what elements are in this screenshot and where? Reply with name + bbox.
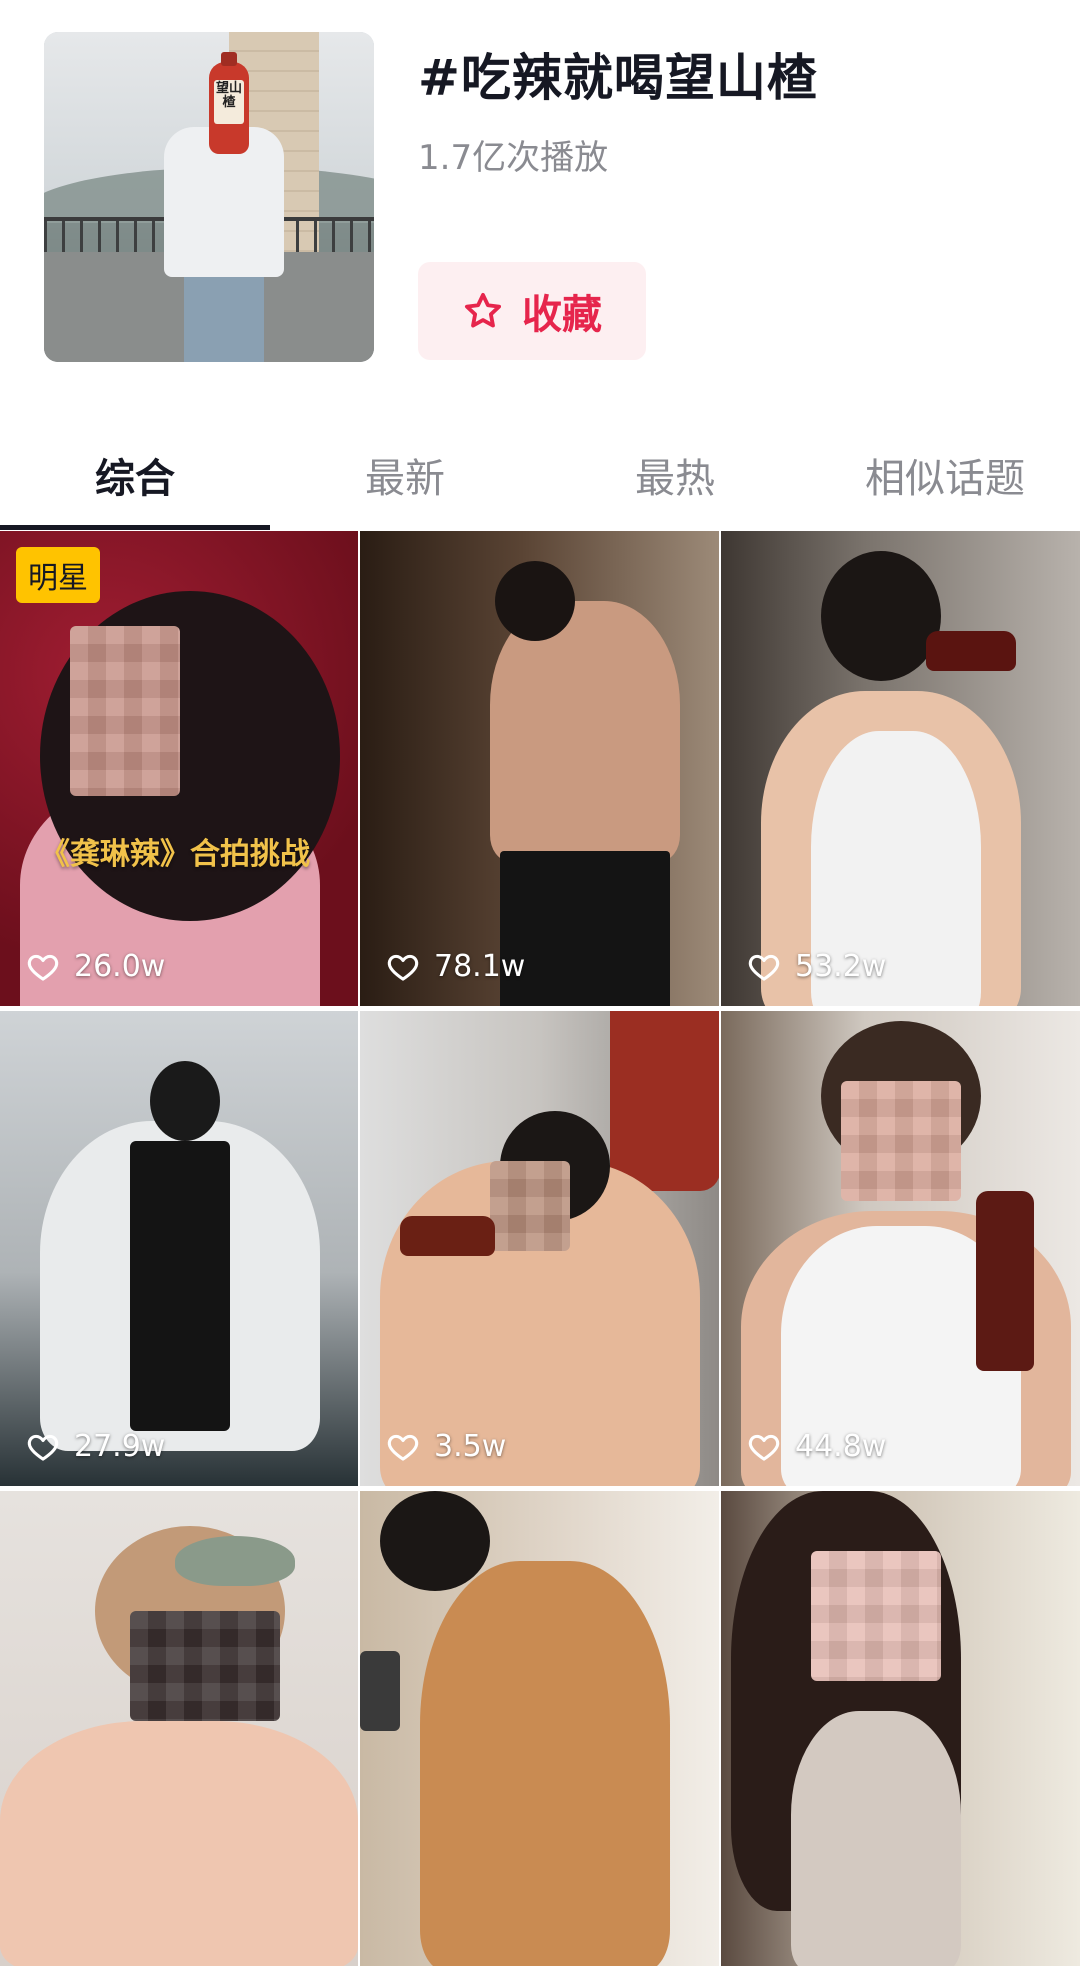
thumb-figure xyxy=(0,1721,358,1966)
thumb-phone xyxy=(360,1651,400,1731)
thumb-face-mosaic xyxy=(130,1611,280,1721)
video-caption: 《龚琳辣》合拍挑战 xyxy=(40,837,310,872)
tab-comprehensive[interactable]: 综合 xyxy=(0,420,270,530)
heart-outline-icon xyxy=(387,1434,419,1461)
star-outline-icon xyxy=(464,292,502,328)
video-card[interactable]: 53.2w xyxy=(721,531,1080,1006)
video-card[interactable]: 44.8w xyxy=(721,1011,1080,1486)
tab-latest[interactable]: 最新 xyxy=(270,420,540,530)
thumb-figure xyxy=(490,601,680,861)
thumb-face-mosaic xyxy=(811,1551,941,1681)
thumb-bottle xyxy=(976,1191,1034,1371)
like-count-value: 26.0w xyxy=(74,949,166,984)
topic-tabs: 综合 最新 最热 相似话题 xyxy=(0,420,1080,530)
celebrity-badge: 明星 xyxy=(16,547,100,603)
video-grid: 明星 《龚琳辣》合拍挑战 26.0w 78.1w 53.2w 27.9w 3.5… xyxy=(0,531,1080,1966)
thumb-face-mosaic xyxy=(490,1161,570,1251)
like-count: 27.9w xyxy=(26,1429,165,1464)
thumb-hair xyxy=(495,561,575,641)
like-count: 3.5w xyxy=(386,1429,506,1464)
thumb-figure-lower xyxy=(500,851,670,1006)
tab-similar-topics[interactable]: 相似话题 xyxy=(810,420,1080,530)
video-card[interactable]: 27.9w xyxy=(0,1011,358,1486)
topic-header: 望山楂 #吃辣就喝望山楂 1.7亿次播放 收藏 xyxy=(0,0,1080,400)
video-card[interactable]: 78.1w xyxy=(360,531,719,1006)
thumb-face-mosaic xyxy=(70,626,180,796)
cover-bottle-label: 望山楂 xyxy=(214,80,244,124)
like-count-value: 53.2w xyxy=(795,949,887,984)
like-count-value: 44.8w xyxy=(795,1429,887,1464)
like-count-value: 27.9w xyxy=(74,1429,166,1464)
like-count: 26.0w xyxy=(26,949,165,984)
heart-outline-icon xyxy=(748,954,780,981)
thumb-bottle xyxy=(400,1216,495,1256)
thumb-hair xyxy=(380,1491,490,1591)
like-count: 53.2w xyxy=(747,949,886,984)
heart-outline-icon xyxy=(27,954,59,981)
topic-cover-image[interactable]: 望山楂 xyxy=(44,32,374,362)
heart-outline-icon xyxy=(387,954,419,981)
favorite-button[interactable]: 收藏 xyxy=(418,262,646,360)
like-count-value: 78.1w xyxy=(434,949,526,984)
topic-title: #吃辣就喝望山楂 xyxy=(418,49,818,107)
like-count-value: 3.5w xyxy=(434,1429,507,1464)
heart-outline-icon xyxy=(748,1434,780,1461)
heart-outline-icon xyxy=(27,1434,59,1461)
like-count: 44.8w xyxy=(747,1429,886,1464)
thumb-hair xyxy=(821,551,941,681)
cover-person-legs xyxy=(184,272,264,362)
shark-sticker-icon xyxy=(175,1536,295,1586)
play-count: 1.7亿次播放 xyxy=(418,138,609,178)
video-card[interactable] xyxy=(0,1491,358,1966)
video-card[interactable] xyxy=(721,1491,1080,1966)
tab-hottest[interactable]: 最热 xyxy=(540,420,810,530)
like-count: 78.1w xyxy=(386,949,525,984)
thumb-figure xyxy=(791,1711,961,1966)
thumb-face-mosaic xyxy=(841,1081,961,1201)
thumb-weight-plate xyxy=(610,1011,719,1191)
video-card[interactable]: 明星 《龚琳辣》合拍挑战 26.0w xyxy=(0,531,358,1006)
cover-bottle: 望山楂 xyxy=(209,52,249,154)
thumb-bottle xyxy=(926,631,1016,671)
video-card[interactable]: 3.5w xyxy=(360,1011,719,1486)
thumb-figure xyxy=(130,1141,230,1431)
favorite-label: 收藏 xyxy=(522,292,602,338)
video-card[interactable] xyxy=(360,1491,719,1966)
thumb-figure xyxy=(420,1561,670,1966)
thumb-hair xyxy=(150,1061,220,1141)
